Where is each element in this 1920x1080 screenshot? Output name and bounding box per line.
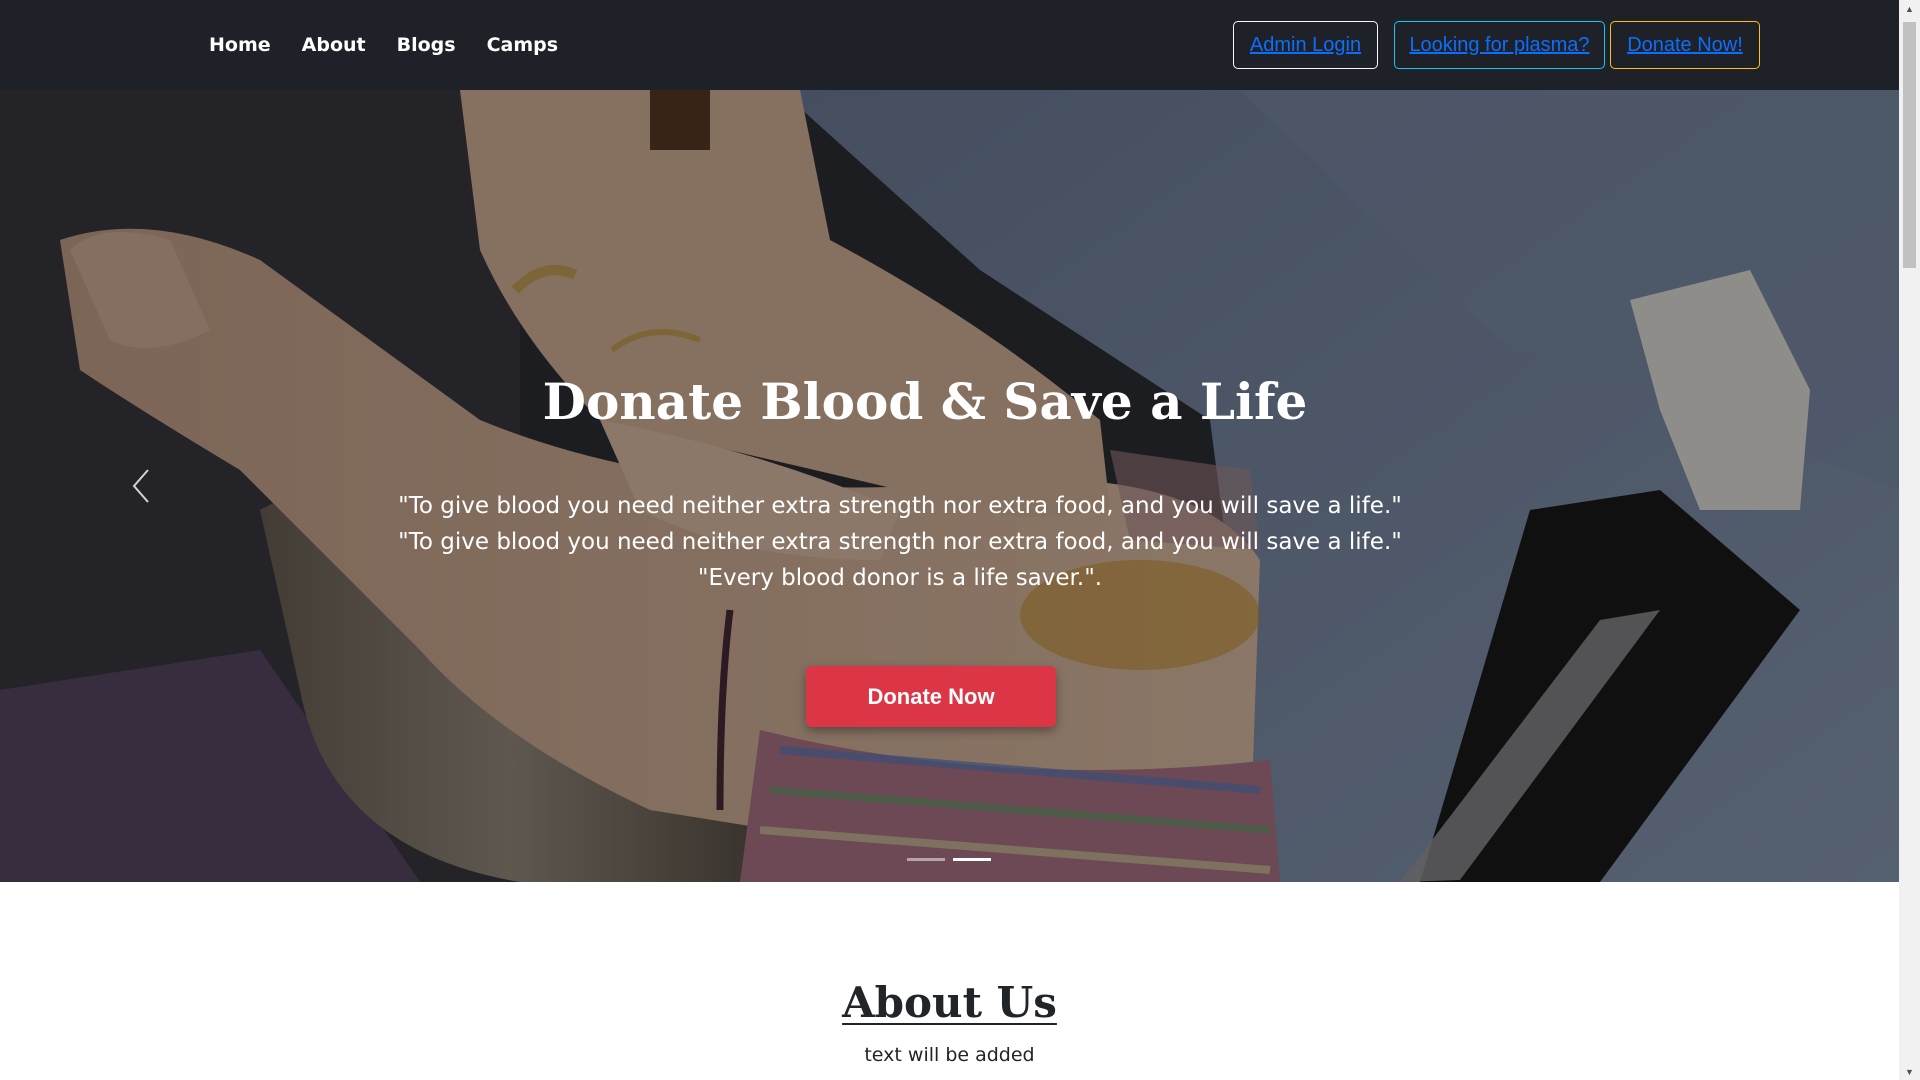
carousel-indicator-1[interactable] — [907, 858, 945, 861]
hero-title: Donate Blood & Save a Life — [542, 372, 1308, 431]
nav-camps-link[interactable]: Camps — [487, 34, 558, 56]
scroll-up-arrow-icon[interactable]: ▲ — [1899, 0, 1920, 17]
nav-home-link[interactable]: Home — [209, 34, 271, 56]
page-scrollbar[interactable]: ▲ ▼ — [1899, 0, 1920, 1080]
hero-overlay — [0, 90, 1899, 882]
carousel-indicator-2[interactable] — [953, 858, 991, 861]
scroll-down-arrow-icon[interactable]: ▼ — [1899, 1063, 1920, 1080]
hero-donate-now-button[interactable]: Donate Now — [806, 666, 1056, 727]
hero-quotes: "To give blood you need neither extra st… — [0, 488, 1800, 596]
about-us-text: text will be added — [864, 1044, 1035, 1066]
hero-quote: "To give blood you need neither extra st… — [398, 529, 1402, 555]
hero-quote: "Every blood donor is a life saver.". — [697, 565, 1103, 591]
scrollbar-thumb[interactable] — [1903, 22, 1916, 268]
admin-login-button[interactable]: Admin Login — [1233, 21, 1378, 69]
about-us-heading: About Us — [842, 978, 1057, 1027]
looking-for-plasma-button[interactable]: Looking for plasma? — [1394, 21, 1605, 69]
nav-blogs-link[interactable]: Blogs — [397, 34, 456, 56]
hero-quote: "To give blood you need neither extra st… — [398, 493, 1402, 519]
navbar: Home About Blogs Camps Admin Login Looki… — [0, 0, 1899, 90]
nav-about-link[interactable]: About — [302, 34, 366, 56]
donate-now-nav-button[interactable]: Donate Now! — [1610, 21, 1760, 69]
carousel-indicators — [907, 858, 991, 861]
hero-carousel: Donate Blood & Save a Life "To give bloo… — [0, 90, 1899, 882]
nav-links: Home About Blogs Camps — [209, 0, 589, 90]
